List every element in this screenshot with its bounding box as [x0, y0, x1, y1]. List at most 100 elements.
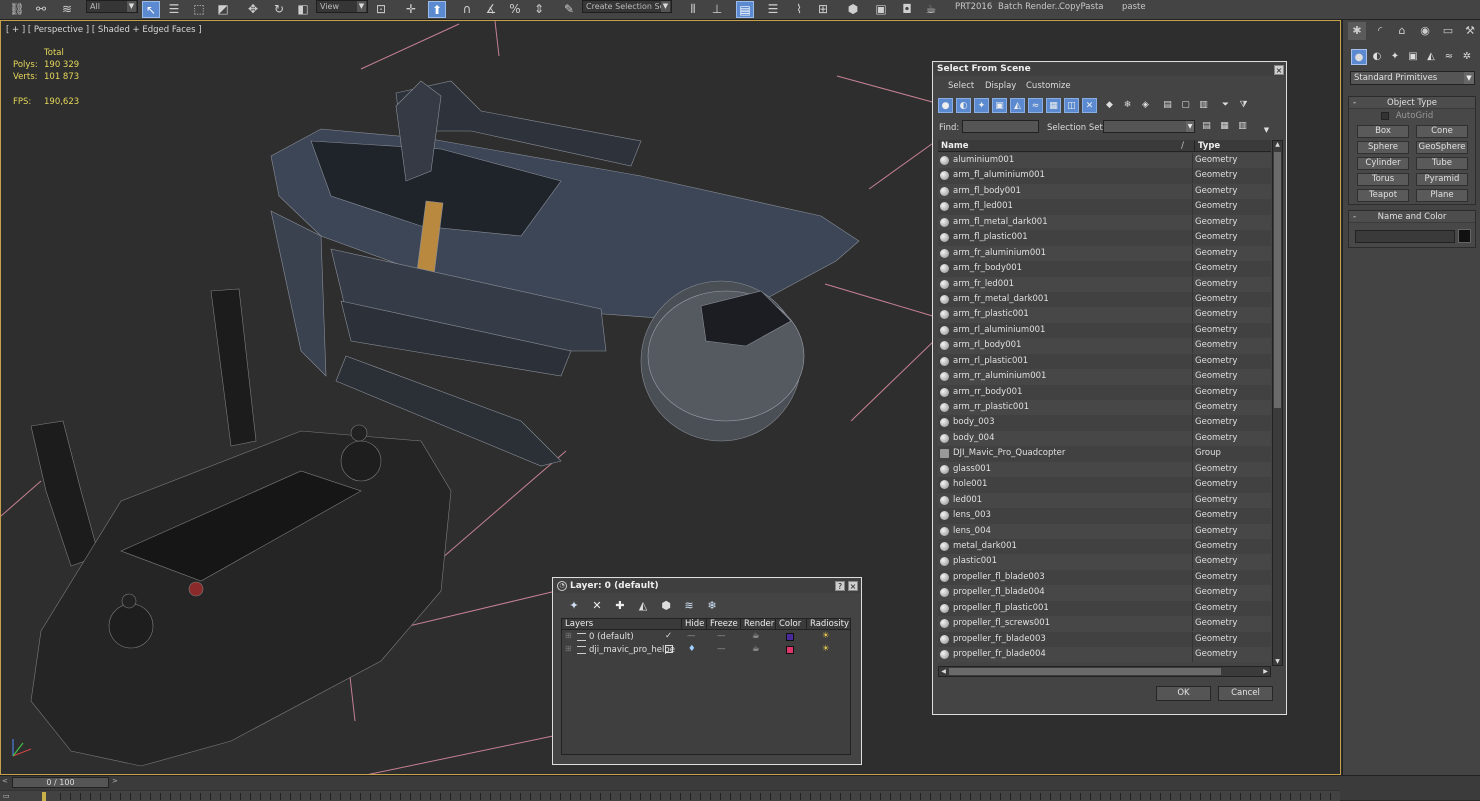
filter-icon[interactable]: ⏷ — [1218, 98, 1233, 113]
scale-icon[interactable]: ◧ — [294, 1, 312, 18]
horizontal-scrollbar[interactable]: ◀ ▶ — [938, 666, 1271, 677]
pivot-point-icon[interactable]: ⊡ — [372, 1, 390, 18]
set-current-checkbox[interactable] — [665, 645, 673, 653]
groups-filter-icon[interactable]: ▦ — [1046, 98, 1061, 113]
cylinder-button[interactable]: Cylinder — [1357, 157, 1409, 170]
list-item[interactable]: arm_fr_body001 Geometry — [938, 261, 1271, 277]
selection-set-dropdown[interactable]: ▼ — [1103, 120, 1195, 133]
geometry-filter-icon[interactable]: ● — [938, 98, 953, 113]
angle-snap-icon[interactable]: ∡ — [482, 1, 500, 18]
list-item[interactable]: arm_rl_aluminium001 Geometry — [938, 322, 1271, 339]
highlight-selected-layer-icon[interactable]: ⬢ — [658, 598, 674, 614]
hide-all-layers-icon[interactable]: ≋ — [681, 598, 697, 614]
scroll-up-icon[interactable]: ▲ — [1273, 141, 1282, 148]
helpers-icon[interactable]: ◭ — [1423, 49, 1439, 65]
options-chevron-icon[interactable]: ▼ — [1259, 123, 1274, 138]
pyramid-button[interactable]: Pyramid — [1416, 173, 1468, 186]
color-column-header[interactable]: Color — [775, 619, 806, 630]
list-item[interactable]: arm_fr_aluminium001 Geometry — [938, 245, 1271, 262]
helpers-filter-icon[interactable]: ◭ — [1010, 98, 1025, 113]
list-item[interactable]: arm_fr_led001 Geometry — [938, 276, 1271, 292]
add-to-selection-set-icon[interactable]: ▦ — [1217, 119, 1232, 134]
geometry-icon[interactable]: ● — [1351, 49, 1367, 65]
list-item[interactable]: arm_fl_metal_dark001 Geometry — [938, 214, 1271, 231]
expand-icon[interactable]: ⊞ — [565, 631, 572, 640]
xrefs-filter-icon[interactable]: ◫ — [1064, 98, 1079, 113]
layer-color-swatch[interactable] — [786, 646, 794, 654]
hide-column-header[interactable]: Hide — [681, 619, 706, 630]
shelf-batch-render[interactable]: Batch Render... — [998, 1, 1063, 15]
snaps-toggle-icon[interactable]: ∩ — [458, 1, 476, 18]
scene-explorer-icon[interactable]: ▤ — [736, 1, 754, 18]
layer-row[interactable]: ⊞ dji_mavic_pro_helpe ♦ — ☕ ☀ — [562, 644, 850, 657]
radiosity-icon[interactable]: ☀ — [822, 644, 830, 654]
box-button[interactable]: Box — [1357, 125, 1409, 138]
list-item[interactable]: arm_rr_body001 Geometry — [938, 384, 1271, 400]
cameras-filter-icon[interactable]: ▣ — [992, 98, 1007, 113]
shelf-paste[interactable]: paste — [1122, 1, 1146, 15]
current-layer-checkmark-icon[interactable]: ✓ — [665, 631, 672, 641]
spacewarps-filter-icon[interactable]: ≈ — [1028, 98, 1043, 113]
geosphere-button[interactable]: GeoSphere — [1416, 141, 1468, 154]
find-input[interactable] — [962, 120, 1039, 133]
select-manipulate-icon[interactable]: ✛ — [402, 1, 420, 18]
mirror-icon[interactable]: ⫴ — [684, 1, 702, 18]
hide-lightbulb-icon[interactable]: ♦ — [688, 644, 696, 654]
list-item[interactable]: arm_rl_plastic001 Geometry — [938, 353, 1271, 370]
display-invert-icon[interactable]: ▥ — [1196, 98, 1211, 113]
list-item[interactable]: arm_rr_aluminium001 Geometry — [938, 369, 1271, 385]
help-icon[interactable]: ? — [835, 581, 845, 591]
list-item[interactable]: aluminium001 Geometry — [938, 153, 1271, 169]
list-item[interactable]: plastic001 Geometry — [938, 554, 1271, 570]
link-icon[interactable]: ⛓ — [8, 1, 26, 18]
list-item[interactable]: body_003 Geometry — [938, 415, 1271, 431]
utilities-tab-icon[interactable]: ⚒ — [1461, 22, 1479, 40]
dialog-title[interactable]: Select From Scene — [934, 63, 1285, 76]
schematic-view-icon[interactable]: ⊞ — [814, 1, 832, 18]
menu-select[interactable]: Select — [948, 81, 974, 91]
curve-editor-icon[interactable]: ⌇ — [790, 1, 808, 18]
list-item[interactable]: arm_rl_body001 Geometry — [938, 338, 1271, 354]
select-object-icon[interactable]: ↖ — [142, 1, 160, 18]
dialog-title[interactable]: Layer: 0 (default) — [554, 579, 860, 593]
reference-coordinate-dropdown[interactable]: View ▼ — [316, 0, 368, 13]
percent-snap-icon[interactable]: % — [506, 1, 524, 18]
close-icon[interactable]: × — [848, 581, 858, 591]
delete-layer-icon[interactable]: ✕ — [589, 598, 605, 614]
list-item[interactable]: arm_fr_metal_dark001 Geometry — [938, 291, 1271, 308]
list-item[interactable]: propeller_fl_blade003 Geometry — [938, 569, 1271, 586]
name-column-header[interactable]: Name — [941, 141, 968, 151]
shelf-copypasta[interactable]: CopyPasta — [1059, 1, 1103, 15]
time-slider[interactable]: 0 / 100 — [12, 777, 109, 788]
rectangular-selection-icon[interactable]: ⬚ — [190, 1, 208, 18]
scroll-thumb[interactable] — [949, 668, 1221, 675]
freeze-toggle-icon[interactable]: — — [717, 644, 726, 654]
freeze-column-header[interactable]: Freeze — [706, 619, 740, 630]
autogrid-checkbox[interactable]: AutoGrid — [1381, 111, 1433, 121]
name-and-color-header[interactable]: - Name and Color — [1349, 211, 1475, 223]
bones-filter-icon[interactable]: ✕ — [1082, 98, 1097, 113]
layer-manager-icon[interactable]: ☰ — [764, 1, 782, 18]
create-layer-icon[interactable]: ✦ — [566, 598, 582, 614]
lights-icon[interactable]: ✦ — [1387, 49, 1403, 65]
display-tab-icon[interactable]: ▭ — [1439, 22, 1457, 40]
scroll-left-icon[interactable]: ◀ — [939, 668, 948, 675]
object-color-swatch[interactable] — [1458, 229, 1471, 243]
display-all-icon[interactable]: ▤ — [1160, 98, 1175, 113]
list-item[interactable]: propeller_fl_blade004 Geometry — [938, 585, 1271, 601]
create-selection-set-icon[interactable]: ▤ — [1199, 119, 1214, 134]
prev-frame-icon[interactable]: < — [2, 777, 8, 785]
rotate-icon[interactable]: ↻ — [270, 1, 288, 18]
cameras-icon[interactable]: ▣ — [1405, 49, 1421, 65]
menu-customize[interactable]: Customize — [1026, 81, 1071, 91]
list-item[interactable]: arm_fr_plastic001 Geometry — [938, 307, 1271, 323]
radiosity-column-header[interactable]: Radiosity — [806, 619, 850, 630]
render-teapot-icon[interactable]: ☕ — [752, 644, 760, 654]
systems-icon[interactable]: ✲ — [1459, 49, 1475, 65]
rendered-frame-window-icon[interactable]: ◘ — [898, 1, 916, 18]
object-category-dropdown[interactable]: Standard Primitives ▼ — [1350, 71, 1475, 85]
lights-filter-icon[interactable]: ✦ — [974, 98, 989, 113]
freeze-toggle-icon[interactable]: — — [717, 631, 726, 641]
list-item[interactable]: glass001 Geometry — [938, 461, 1271, 478]
list-item[interactable]: propeller_fr_blade003 Geometry — [938, 631, 1271, 647]
